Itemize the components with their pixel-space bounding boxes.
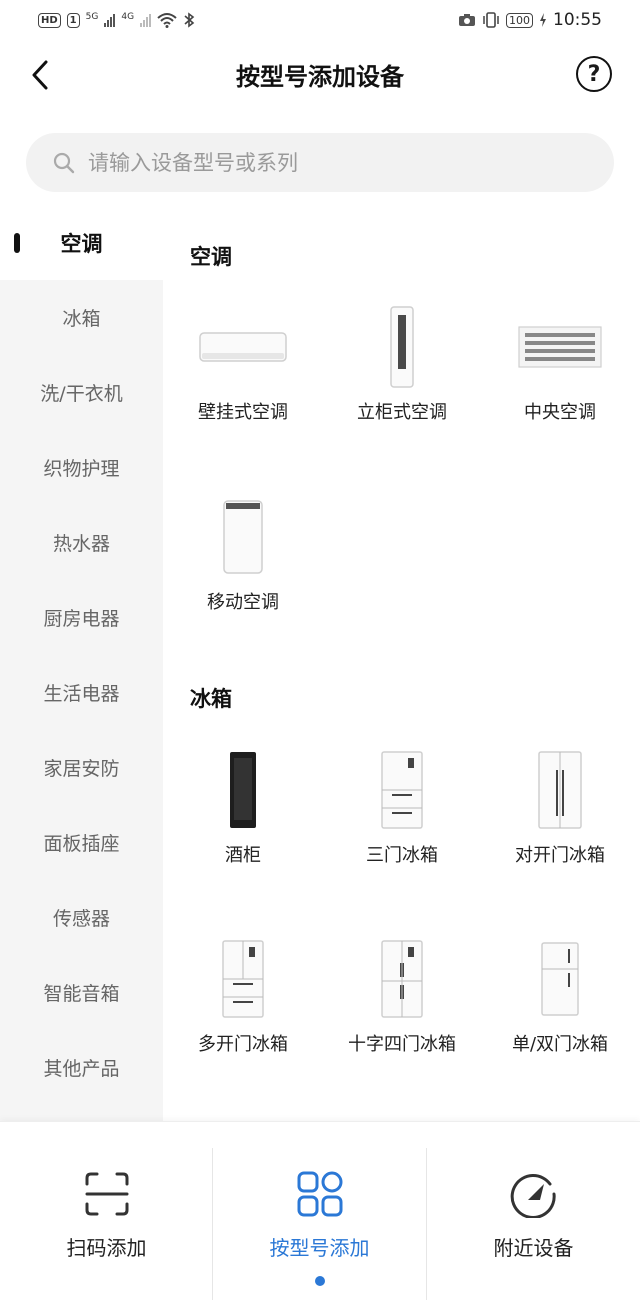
nearby-gauge-icon bbox=[510, 1174, 556, 1218]
tower-ac-icon bbox=[390, 306, 414, 388]
category-sidebar: 空调 冰箱 洗/干衣机 织物护理 热水器 厨房电器 生活电器 家居安防 面板插座… bbox=[0, 205, 163, 1121]
device-single-double-door-fridge[interactable]: 单/双门冰箱 bbox=[481, 929, 639, 1056]
chevron-left-icon bbox=[32, 60, 48, 90]
charging-icon bbox=[540, 13, 546, 27]
search-icon bbox=[53, 152, 75, 173]
signal-5g-icon bbox=[104, 13, 116, 27]
sidebar-item-panel-socket[interactable]: 面板插座 bbox=[0, 805, 163, 880]
signal-4g-icon bbox=[140, 13, 152, 27]
sidebar-item-home-appliance[interactable]: 生活电器 bbox=[0, 655, 163, 730]
section-title-air-conditioner: 空调 bbox=[190, 245, 232, 269]
sidebar-item-smart-speaker[interactable]: 智能音箱 bbox=[0, 955, 163, 1030]
device-label: 移动空调 bbox=[207, 592, 279, 613]
wall-ac-icon bbox=[199, 332, 287, 362]
search-bar[interactable] bbox=[26, 133, 614, 192]
device-list: 空调 壁挂式空调 立柜式空调 中央空调 移动空调 冰箱 酒柜 三门冰箱 对开门冰… bbox=[163, 205, 640, 1121]
app-header: 按型号添加设备 ? bbox=[0, 48, 640, 100]
status-left: HD 1 5G 4G bbox=[38, 12, 195, 28]
sidebar-item-other[interactable]: 其他产品 bbox=[0, 1030, 163, 1105]
device-label: 多开门冰箱 bbox=[198, 1034, 288, 1055]
nav-scan-add[interactable]: 扫码添加 bbox=[0, 1122, 213, 1282]
active-tab-indicator bbox=[315, 1276, 325, 1286]
device-label: 单/双门冰箱 bbox=[511, 1034, 609, 1055]
question-mark-icon: ? bbox=[587, 61, 601, 87]
device-cross-four-door-fridge[interactable]: 十字四门冰箱 bbox=[323, 929, 481, 1056]
device-label: 十字四门冰箱 bbox=[348, 1034, 456, 1055]
device-three-door-fridge[interactable]: 三门冰箱 bbox=[323, 740, 481, 867]
search-input[interactable] bbox=[88, 150, 568, 175]
grid-icon bbox=[297, 1171, 342, 1217]
device-label: 酒柜 bbox=[225, 845, 261, 866]
back-button[interactable] bbox=[24, 58, 58, 92]
scan-icon bbox=[85, 1172, 128, 1216]
hd-indicator: HD bbox=[38, 12, 61, 28]
sidebar-item-kitchen[interactable]: 厨房电器 bbox=[0, 580, 163, 655]
device-central-ac[interactable]: 中央空调 bbox=[481, 297, 639, 424]
multi-door-fridge-icon bbox=[222, 940, 264, 1018]
status-bar: HD 1 5G 4G 100 10:55 bbox=[0, 0, 640, 40]
sidebar-item-fabric-care[interactable]: 织物护理 bbox=[0, 430, 163, 505]
camera-icon bbox=[459, 14, 475, 26]
sidebar-item-fridge[interactable]: 冰箱 bbox=[0, 280, 163, 355]
nav-label: 扫码添加 bbox=[66, 1236, 147, 1260]
sim-indicator: 1 bbox=[66, 12, 80, 28]
help-button[interactable]: ? bbox=[576, 56, 612, 92]
nav-model-add[interactable]: 按型号添加 bbox=[213, 1122, 426, 1282]
sidebar-item-security[interactable]: 家居安防 bbox=[0, 730, 163, 805]
sidebar-item-air-conditioner[interactable]: 空调 bbox=[0, 205, 163, 280]
portable-ac-icon bbox=[223, 500, 263, 574]
single-double-door-fridge-icon bbox=[541, 942, 579, 1016]
network-4g-label: 4G bbox=[121, 12, 135, 22]
sidebar-item-washer-dryer[interactable]: 洗/干衣机 bbox=[0, 355, 163, 430]
wifi-icon bbox=[157, 13, 177, 28]
side-by-side-fridge-icon bbox=[538, 751, 582, 829]
device-label: 壁挂式空调 bbox=[198, 402, 288, 423]
device-multi-door-fridge[interactable]: 多开门冰箱 bbox=[164, 929, 322, 1056]
device-wine-cabinet[interactable]: 酒柜 bbox=[164, 740, 322, 867]
three-door-fridge-icon bbox=[381, 751, 423, 829]
clock: 10:55 bbox=[553, 10, 602, 30]
device-portable-ac[interactable]: 移动空调 bbox=[164, 487, 322, 614]
bluetooth-icon bbox=[184, 12, 195, 28]
central-ac-icon bbox=[518, 326, 602, 368]
battery-indicator: 100 bbox=[506, 12, 533, 28]
bottom-navigation: 扫码添加 按型号添加 附近设备 bbox=[0, 1121, 640, 1306]
nav-label: 按型号添加 bbox=[269, 1236, 370, 1260]
section-title-fridge: 冰箱 bbox=[190, 687, 232, 711]
device-wall-ac[interactable]: 壁挂式空调 bbox=[164, 297, 322, 424]
page-title: 按型号添加设备 bbox=[236, 62, 404, 91]
device-label: 对开门冰箱 bbox=[515, 845, 605, 866]
device-label: 中央空调 bbox=[524, 402, 596, 423]
cross-four-door-fridge-icon bbox=[381, 940, 423, 1018]
nav-nearby-devices[interactable]: 附近设备 bbox=[427, 1122, 640, 1282]
device-tower-ac[interactable]: 立柜式空调 bbox=[323, 297, 481, 424]
vibrate-icon bbox=[483, 12, 499, 28]
sidebar-item-water-heater[interactable]: 热水器 bbox=[0, 505, 163, 580]
wine-cabinet-icon bbox=[230, 752, 256, 828]
sidebar-item-sensor[interactable]: 传感器 bbox=[0, 880, 163, 955]
device-label: 立柜式空调 bbox=[357, 402, 447, 423]
device-side-by-side-fridge[interactable]: 对开门冰箱 bbox=[481, 740, 639, 867]
status-right: 100 10:55 bbox=[458, 10, 602, 30]
device-label: 三门冰箱 bbox=[366, 845, 438, 866]
nav-label: 附近设备 bbox=[493, 1236, 574, 1260]
network-5g-label: 5G bbox=[85, 12, 99, 22]
